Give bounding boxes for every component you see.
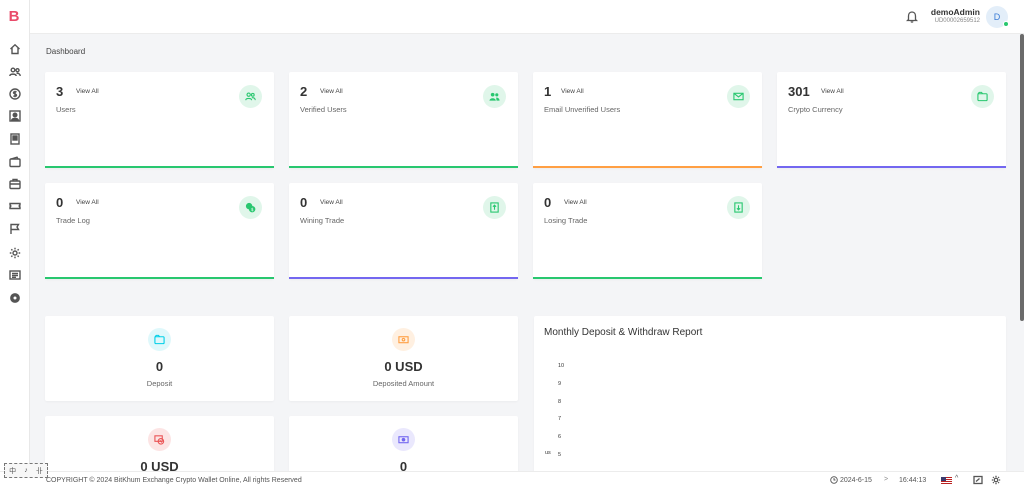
deposited-amount-card: 0 USD Deposited Amount xyxy=(289,316,518,401)
deposited-amount-value: 0 USD xyxy=(384,359,423,374)
email-icon xyxy=(727,85,750,108)
accent-bar xyxy=(777,166,1006,168)
chevron-up-icon[interactable]: ^ xyxy=(955,475,958,482)
page-scrollbar[interactable] xyxy=(1020,34,1024,321)
user-card-icon[interactable] xyxy=(8,109,21,122)
floating-toolbar[interactable]: 中 ♪ 卝 xyxy=(4,463,48,478)
footer-time: 16:44:13 xyxy=(899,477,927,484)
stat-value: 0 xyxy=(544,195,552,210)
stat-value: 301 xyxy=(788,84,810,99)
cash-purple-icon xyxy=(392,428,415,451)
users-icon xyxy=(239,85,262,108)
stat-card-email-unverified: 1 View All Email Unverified Users xyxy=(533,72,762,168)
user-id: UD00002659512 xyxy=(934,18,980,24)
stat-label: Trade Log xyxy=(56,216,90,225)
copyright-text: COPYRIGHT © 2024 BitKhum Exchange Crypto… xyxy=(46,477,302,484)
view-all-link[interactable]: View All xyxy=(76,199,99,206)
tool-item[interactable]: ♪ xyxy=(24,467,28,474)
page-title: Dashboard xyxy=(46,47,86,56)
briefcase-icon[interactable] xyxy=(8,177,21,190)
us-flag-icon[interactable] xyxy=(941,477,952,484)
dollar-icon[interactable] xyxy=(8,87,21,100)
deposit-label: Deposit xyxy=(146,379,173,388)
wallet-icon xyxy=(148,328,171,351)
users-icon[interactable] xyxy=(8,65,21,78)
tool-item[interactable]: 中 xyxy=(9,466,16,476)
stat-label: Verified Users xyxy=(300,105,347,114)
flag-icon[interactable] xyxy=(8,222,21,235)
settings-icon[interactable] xyxy=(8,291,21,304)
accent-bar xyxy=(533,166,762,168)
stat-label: Crypto Currency xyxy=(788,105,843,114)
upload-icon xyxy=(483,196,506,219)
accent-bar xyxy=(289,166,518,168)
svg-text:$: $ xyxy=(251,207,254,213)
stat-card-wining-trade: 0 View All Wining Trade xyxy=(289,183,518,279)
tool-item[interactable]: 卝 xyxy=(36,466,43,476)
list-icon[interactable] xyxy=(8,268,21,281)
accent-bar xyxy=(289,277,518,279)
accent-bar xyxy=(45,277,274,279)
bell-icon[interactable] xyxy=(905,10,919,23)
deposit-value: 0 xyxy=(155,359,164,374)
stat-value: 1 xyxy=(544,84,552,99)
screen-icon[interactable] xyxy=(973,475,983,485)
wallet-icon xyxy=(971,85,994,108)
monthly-report-chart: Monthly Deposit & Withdraw Report 10 9 8… xyxy=(534,316,1006,476)
coins-icon: $ xyxy=(239,196,262,219)
app-logo[interactable]: B xyxy=(7,9,21,25)
stat-card-losing-trade: 0 View All Losing Trade xyxy=(533,183,762,279)
footer: COPYRIGHT © 2024 BitKhum Exchange Crypto… xyxy=(0,471,1024,488)
stat-value: 3 xyxy=(56,84,64,99)
stat-label: Email Unverified Users xyxy=(544,105,621,114)
cash-cancel-icon xyxy=(148,428,171,451)
stat-label: Losing Trade xyxy=(544,216,588,225)
stat-value: 2 xyxy=(300,84,308,99)
stat-label: Wining Trade xyxy=(300,216,345,225)
stat-value: 0 xyxy=(300,195,308,210)
y-tick-label: 7 xyxy=(558,416,562,422)
wallet-icon[interactable] xyxy=(8,155,21,168)
document-icon[interactable] xyxy=(8,132,21,145)
deposited-amount-label: Deposited Amount xyxy=(372,379,435,388)
footer-date: 2024-6-15 xyxy=(840,477,872,484)
top-header: demoAdmin UD00002659512 D xyxy=(30,0,1024,34)
stat-label: Users xyxy=(56,105,76,114)
gear-icon[interactable] xyxy=(8,246,21,259)
accent-bar xyxy=(45,166,274,168)
online-status-dot xyxy=(1003,21,1009,27)
cash-icon xyxy=(392,328,415,351)
view-all-link[interactable]: View All xyxy=(320,88,343,95)
stat-card-users: 3 View All Users xyxy=(45,72,274,168)
y-tick-label: 10 xyxy=(558,363,565,369)
view-all-link[interactable]: View All xyxy=(76,88,99,95)
download-icon xyxy=(727,196,750,219)
view-all-link[interactable]: View All xyxy=(821,88,844,95)
deposit-card: 0 Deposit xyxy=(45,316,274,401)
stat-value: 0 xyxy=(56,195,64,210)
view-all-link[interactable]: View All xyxy=(564,199,587,206)
verified-users-icon xyxy=(483,85,506,108)
sidebar: B xyxy=(0,0,30,488)
y-tick-label: 6 xyxy=(558,434,562,440)
clock-icon xyxy=(830,476,838,484)
user-name[interactable]: demoAdmin xyxy=(931,7,980,17)
chevron-right-icon: > xyxy=(884,476,889,483)
stat-card-trade-log: 0 View All Trade Log $ xyxy=(45,183,274,279)
ticket-icon[interactable] xyxy=(8,199,21,212)
accent-bar xyxy=(533,277,762,279)
home-icon[interactable] xyxy=(8,42,21,55)
stat-card-verified-users: 2 View All Verified Users xyxy=(289,72,518,168)
y-tick-label: 5 xyxy=(558,452,562,458)
view-all-link[interactable]: View All xyxy=(320,199,343,206)
stat-card-crypto-currency: 301 View All Crypto Currency xyxy=(777,72,1006,168)
y-tick-label: 8 xyxy=(558,399,562,405)
view-all-link[interactable]: View All xyxy=(561,88,584,95)
y-tick-label: 9 xyxy=(558,381,562,387)
chart-title: Monthly Deposit & Withdraw Report xyxy=(544,327,703,338)
y-axis-label: us xyxy=(545,450,551,456)
brightness-icon[interactable] xyxy=(991,475,1001,485)
